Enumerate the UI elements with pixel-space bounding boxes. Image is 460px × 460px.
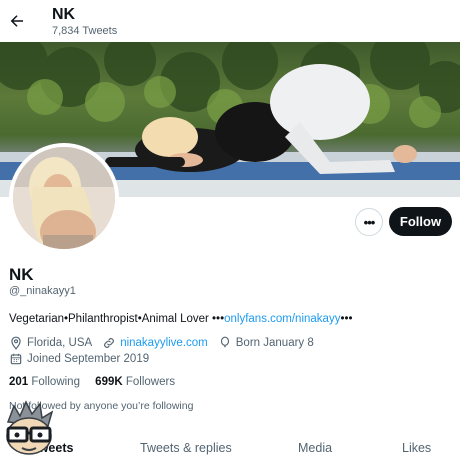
following-stat[interactable]: 201 Following (9, 376, 80, 388)
link-icon (104, 338, 115, 348)
follow-button[interactable]: Follow (389, 207, 452, 236)
followers-count: 699K (95, 376, 123, 388)
following-label: Following (31, 376, 80, 388)
more-options-button[interactable]: ••• (355, 208, 383, 236)
tab-likes[interactable]: Likes (402, 441, 431, 455)
joined-item: Joined September 2019 (9, 352, 149, 366)
bio-link[interactable]: onlyfans.com/ninakayy (224, 313, 340, 325)
follow-stats: 201 Following 699K Followers (9, 376, 187, 388)
location-pin-icon (11, 336, 21, 350)
profile-name: NK (9, 265, 34, 284)
profile-bio: Vegetarian•Philanthropist•Animal Lover •… (9, 313, 353, 325)
followers-label: Followers (125, 376, 176, 388)
profile-tabs: Tweets Tweets & replies Media Likes (0, 433, 460, 460)
following-count: 201 (9, 376, 29, 388)
bio-text: Vegetarian•Philanthropist•Animal Lover •… (9, 313, 225, 325)
tab-media[interactable]: Media (298, 441, 332, 455)
top-bar: NK 7,834 Tweets (0, 0, 460, 42)
tweet-count: 7,834 Tweets (52, 25, 118, 37)
balloon-icon (220, 336, 229, 348)
back-button[interactable] (6, 10, 28, 32)
website-link[interactable]: ninakayylive.com (120, 337, 208, 349)
followers-stat[interactable]: 699K Followers (95, 376, 175, 388)
watermark-mascot-logo (0, 400, 58, 458)
profile-handle: @_ninakayy1 (9, 285, 76, 297)
profile-meta-row-2: Joined September 2019 (9, 352, 159, 366)
birthday-text: Born January 8 (235, 337, 314, 349)
arrow-left-icon (10, 15, 23, 27)
profile-meta-row: Florida, USA ninakayylive.com Born Janua… (9, 336, 324, 350)
location-item: Florida, USA (9, 336, 92, 350)
joined-text: Joined September 2019 (27, 353, 150, 365)
bio-suffix: ••• (340, 313, 353, 325)
tab-tweets-replies[interactable]: Tweets & replies (140, 441, 232, 455)
website-item: ninakayylive.com (102, 336, 208, 350)
header-title: NK (52, 6, 76, 23)
calendar-icon (10, 353, 22, 365)
birthday-item: Born January 8 (218, 336, 314, 350)
avatar[interactable] (9, 143, 119, 253)
location-text: Florida, USA (27, 337, 93, 349)
